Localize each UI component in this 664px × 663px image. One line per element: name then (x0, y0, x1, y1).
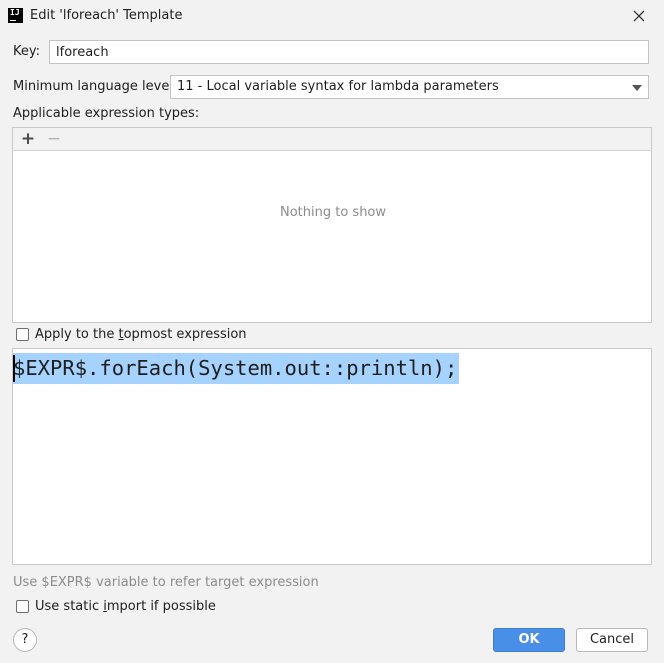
dialog-title: Edit 'lforeach' Template (30, 8, 183, 23)
cancel-button[interactable]: Cancel (576, 628, 648, 652)
language-level-value: 11 - Local variable syntax for lambda pa… (177, 79, 499, 94)
topmost-expression-checkbox[interactable] (16, 328, 29, 341)
selected-code-line: $EXPR$.forEach(System.out::println); (13, 353, 460, 384)
variable-hint-text: Use $EXPR$ variable to refer target expr… (13, 575, 319, 590)
title-bar: IJ Edit 'lforeach' Template (0, 0, 664, 32)
expression-types-label: Applicable expression types: (13, 106, 200, 121)
remove-icon[interactable]: − (45, 129, 63, 149)
key-input[interactable] (49, 40, 649, 64)
language-level-label: Minimum language level: (13, 79, 178, 94)
key-label: Key: (13, 44, 41, 59)
text-caret (13, 355, 15, 382)
app-icon-text: IJ (10, 8, 20, 17)
language-level-dropdown[interactable]: 11 - Local variable syntax for lambda pa… (170, 75, 649, 99)
intellij-app-icon: IJ (8, 8, 23, 23)
expression-types-list[interactable]: Nothing to show (12, 151, 652, 323)
template-code-editor[interactable]: $EXPR$.forEach(System.out::println); (12, 348, 652, 565)
static-import-label[interactable]: Use static import if possible (35, 599, 216, 614)
close-icon (633, 10, 645, 22)
help-button[interactable]: ? (13, 628, 37, 652)
empty-list-text: Nothing to show (279, 205, 387, 220)
ok-button[interactable]: OK (493, 628, 565, 652)
static-import-checkbox[interactable] (16, 600, 29, 613)
add-icon[interactable]: + (19, 129, 37, 149)
dropdown-arrow-icon (632, 85, 642, 91)
expression-types-toolbar: + − (12, 127, 652, 151)
close-button[interactable] (626, 4, 652, 28)
topmost-expression-label[interactable]: Apply to the topmost expression (35, 327, 247, 342)
